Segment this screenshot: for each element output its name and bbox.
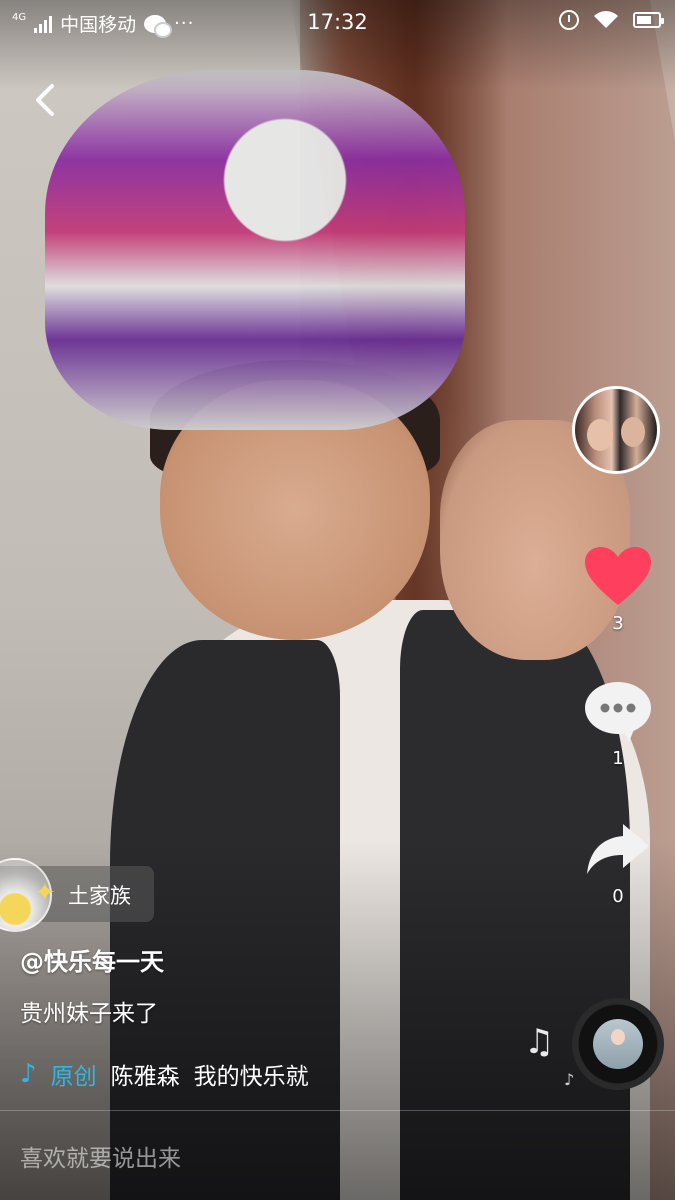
like-button[interactable]: 3 [578, 545, 658, 634]
like-count: 3 [612, 613, 624, 634]
alarm-icon [559, 10, 579, 30]
heart-icon [585, 547, 651, 605]
comment-input[interactable]: 喜欢就要说出来 [0, 1111, 675, 1200]
author-avatar[interactable] [572, 386, 660, 474]
share-button[interactable]: 0 [578, 818, 658, 907]
tiktok-note-icon: ♪ [20, 1059, 37, 1089]
comment-bubble-icon [585, 682, 651, 742]
music-note-icon: ♫ [524, 1022, 555, 1062]
music-cover [593, 1019, 643, 1069]
star-icon: ✦ [34, 878, 56, 908]
back-button[interactable] [24, 78, 68, 122]
comment-count: 1 [612, 748, 624, 769]
back-arrow-icon [36, 84, 54, 116]
share-arrow-icon [587, 824, 649, 874]
music-info[interactable]: ♪ 原创 陈雅森 我的快乐就 [20, 1057, 309, 1091]
location-label: 土家族 [68, 884, 131, 908]
comment-placeholder: 喜欢就要说出来 [20, 1146, 181, 1172]
status-bar: 4G 中国移动 ··· 17:32 [0, 0, 675, 46]
author-username[interactable]: @快乐每一天 [20, 942, 164, 977]
battery-icon [633, 12, 664, 28]
music-original-label: 原创 [50, 1064, 97, 1090]
music-disc[interactable] [572, 998, 664, 1090]
wifi-icon [594, 11, 618, 28]
music-note-small-icon: ♪ [564, 1070, 575, 1089]
comment-button[interactable]: 1 [578, 680, 658, 769]
video-description: 贵州妹子来了 [20, 1001, 158, 1027]
share-count: 0 [612, 886, 624, 907]
location-tag[interactable]: ✦ 土家族 [0, 858, 154, 932]
music-title: 我的快乐就 [193, 1064, 309, 1090]
music-artist: 陈雅森 [110, 1064, 180, 1090]
